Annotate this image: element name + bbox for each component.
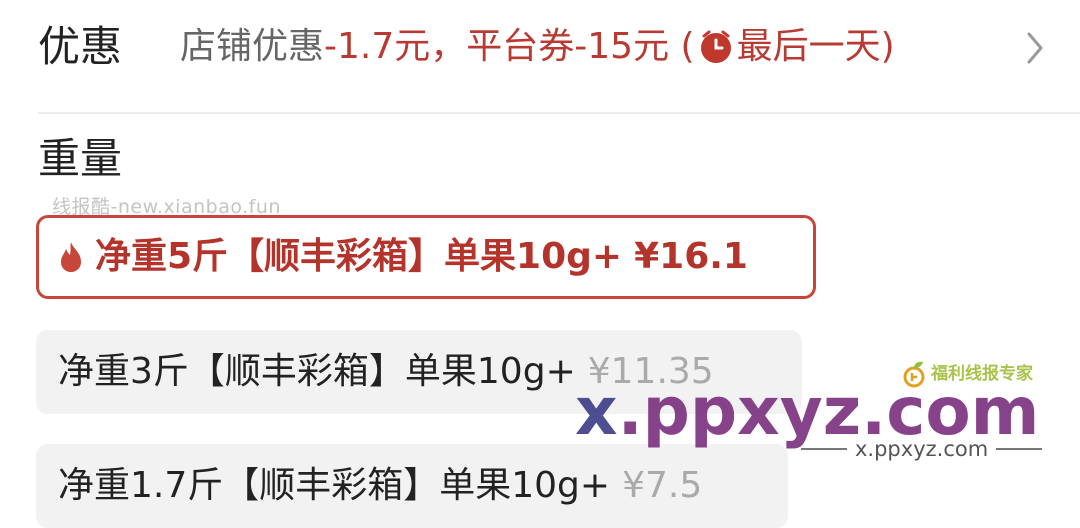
option-label: 净重3斤【顺丰彩箱】单果10g+ (58, 351, 576, 392)
watermark-line-left (801, 448, 847, 450)
option-label: 净重1.7斤【顺丰彩箱】单果10g+ (58, 465, 611, 506)
watermark-domain-x: x (575, 373, 618, 450)
shop-discount-label: 店铺优惠 (180, 26, 325, 67)
fire-icon (61, 242, 81, 272)
chevron-right-icon[interactable] (1024, 30, 1046, 66)
watermark-line-right (996, 448, 1043, 450)
clock-icon (700, 30, 731, 63)
option-label: 净重5斤【顺丰彩箱】单果10g+ (95, 236, 623, 277)
last-day-label: 最后一天) (736, 26, 895, 67)
section-divider (38, 112, 1080, 114)
platform-coupon: 平台券-15元 ( (466, 26, 695, 67)
shop-discount-amount: -1.7元， (324, 26, 467, 67)
watermark-domain-small: x.ppxyz.com (793, 436, 1050, 462)
discount-heading: 优惠 (38, 22, 123, 71)
discount-summary: 店铺优惠 -1.7元， 平台券-15元 ( 最后一天) (180, 24, 895, 70)
weight-heading: 重量 (38, 134, 123, 183)
site-watermark: 福利线报专家 x.ppxyz.com x.ppxyz.com (575, 350, 1055, 470)
option-price: ¥16.1 (634, 236, 748, 277)
weight-option-5jin[interactable]: 净重5斤【顺丰彩箱】单果10g+ ¥16.1 (36, 215, 816, 299)
discount-row[interactable]: 优惠 店铺优惠 -1.7元， 平台券-15元 ( 最后一天) (0, 0, 1080, 112)
watermark-domain-small-text: x.ppxyz.com (855, 437, 989, 461)
